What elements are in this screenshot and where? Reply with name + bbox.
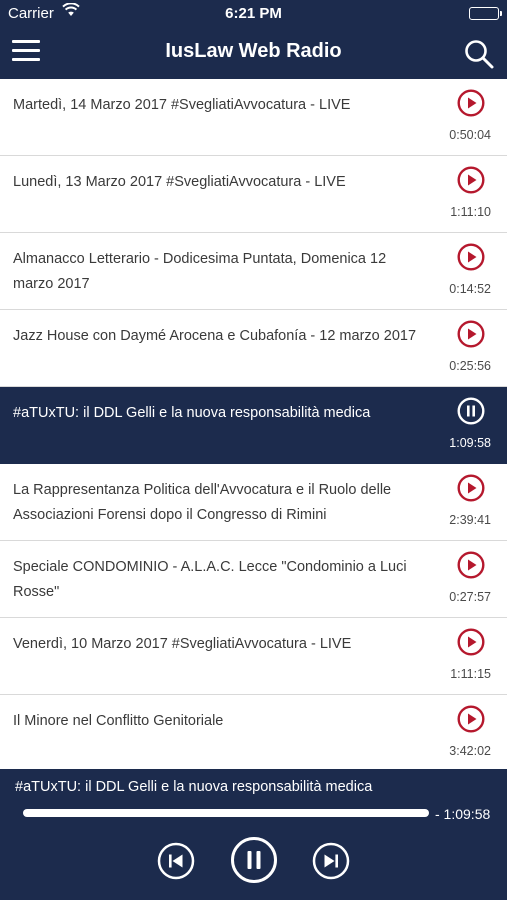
episode-title: Almanacco Letterario - Dodicesima Puntat…	[13, 251, 387, 292]
episode-title: Jazz House con Daymé Arocena e Cubafonía…	[13, 328, 417, 344]
now-playing-title: #aTUxTU: il DDL Gelli e la nuova respons…	[15, 779, 373, 795]
episode-title: Il Minore nel Conflitto Genitoriale	[13, 713, 224, 729]
episode-row[interactable]: Jazz House con Daymé Arocena e Cubafonía…	[0, 310, 507, 387]
episode-row-playing[interactable]: #aTUxTU: il DDL Gelli e la nuova respons…	[0, 387, 507, 464]
episode-row[interactable]: Almanacco Letterario - Dodicesima Puntat…	[0, 233, 507, 310]
episode-duration: 0:25:56	[449, 359, 491, 373]
skip-previous-icon[interactable]	[157, 842, 195, 880]
skip-next-icon[interactable]	[312, 842, 350, 880]
episode-title: #aTUxTU: il DDL Gelli e la nuova respons…	[13, 405, 371, 421]
episode-duration: 1:11:10	[450, 205, 491, 219]
episode-row[interactable]: Il Minore nel Conflitto Genitoriale 3:42…	[0, 695, 507, 769]
episode-duration: 0:27:57	[449, 590, 491, 604]
episode-row[interactable]: Martedì, 14 Marzo 2017 #SvegliatiAvvocat…	[0, 79, 507, 156]
play-circle-icon[interactable]	[457, 551, 485, 579]
episode-title: Lunedì, 13 Marzo 2017 #SvegliatiAvvocatu…	[13, 174, 346, 190]
play-circle-icon[interactable]	[457, 320, 485, 348]
episode-title: La Rappresentanza Politica dell'Avvocatu…	[13, 482, 392, 523]
navigation-bar: IusLaw Web Radio	[0, 28, 507, 78]
battery-icon	[469, 7, 502, 20]
episode-title: Martedì, 14 Marzo 2017 #SvegliatiAvvocat…	[13, 97, 351, 113]
episode-title: Speciale CONDOMINIO - A.L.A.C. Lecce "Co…	[13, 559, 407, 600]
episode-row[interactable]: Venerdì, 10 Marzo 2017 #SvegliatiAvvocat…	[0, 618, 507, 695]
episode-duration: 1:09:58	[449, 436, 491, 450]
play-circle-icon[interactable]	[457, 474, 485, 502]
audio-player: #aTUxTU: il DDL Gelli e la nuova respons…	[0, 770, 507, 900]
pause-icon[interactable]	[230, 836, 278, 884]
episode-row[interactable]: Lunedì, 13 Marzo 2017 #SvegliatiAvvocatu…	[0, 156, 507, 233]
play-circle-icon[interactable]	[457, 89, 485, 117]
play-circle-icon[interactable]	[457, 243, 485, 271]
episode-duration: 3:42:02	[449, 744, 491, 758]
episode-duration: 0:14:52	[449, 282, 491, 296]
remaining-time: - 1:09:58	[435, 806, 491, 822]
play-circle-icon[interactable]	[457, 705, 485, 733]
progress-bar[interactable]	[23, 809, 429, 817]
pause-circle-icon[interactable]	[457, 397, 485, 425]
episode-list: Martedì, 14 Marzo 2017 #SvegliatiAvvocat…	[0, 79, 507, 769]
episode-row[interactable]: La Rappresentanza Politica dell'Avvocatu…	[0, 464, 507, 541]
page-title: IusLaw Web Radio	[165, 40, 342, 62]
episode-title: Venerdì, 10 Marzo 2017 #SvegliatiAvvocat…	[13, 636, 352, 652]
play-circle-icon[interactable]	[457, 628, 485, 656]
episode-duration: 1:11:15	[450, 667, 491, 681]
search-icon[interactable]	[463, 38, 495, 70]
episode-duration: 0:50:04	[449, 128, 491, 142]
status-bar: Carrier 6:21 PM	[0, 0, 507, 28]
episode-row[interactable]: Speciale CONDOMINIO - A.L.A.C. Lecce "Co…	[0, 541, 507, 618]
status-time: 6:21 PM	[225, 5, 282, 22]
play-circle-icon[interactable]	[457, 166, 485, 194]
episode-duration: 2:39:41	[449, 513, 491, 527]
